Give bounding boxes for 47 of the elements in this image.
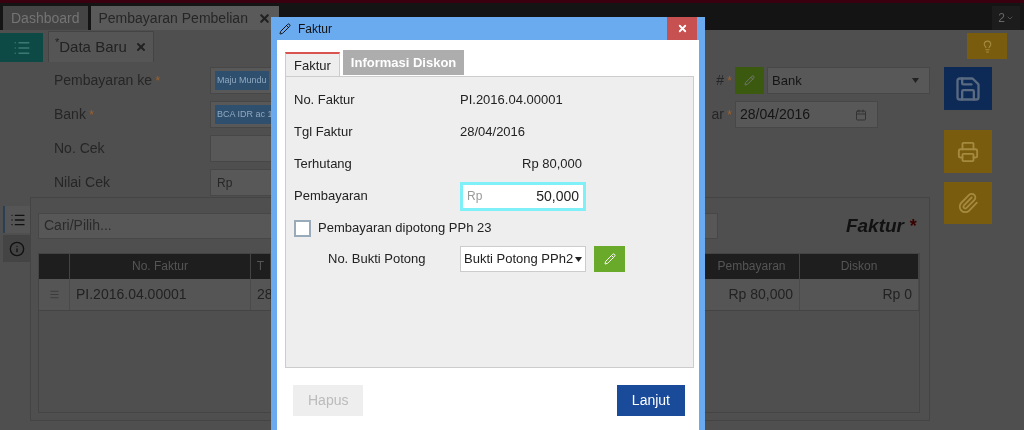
caret-icon [575,256,582,262]
select-field[interactable]: Bank [767,67,930,94]
tag: Maju Mundu [215,70,269,91]
field-label: No. Bukti Potong [327,250,427,269]
tips-button[interactable] [967,33,1007,59]
window-count-button[interactable]: 2 [992,6,1020,30]
drag-handle-icon[interactable] [48,288,60,300]
close-icon[interactable] [134,41,147,53]
printer-icon [957,140,979,163]
field-label: Terhutang [294,155,353,174]
date-field[interactable]: 28/04/2016 [735,101,878,128]
edit-button[interactable] [594,246,625,272]
select-field[interactable]: Bukti Potong PPh2 [460,246,586,272]
dialog-title: Faktur [298,20,332,38]
checkbox[interactable] [294,219,311,237]
checkbox-label: Pembayaran dipotong PPh 23 [318,219,492,238]
dialog-button[interactable]: Lanjut [616,385,685,416]
dialog-tab[interactable]: Faktur [285,52,340,77]
attachment-button[interactable] [944,182,992,224]
pencil-icon [744,75,755,86]
caret-icon [912,78,919,83]
field-value: PI.2016.04.00001 [460,91,563,110]
menu-button[interactable] [0,33,43,62]
chevron-icon [1005,14,1014,22]
close-icon [676,23,688,34]
print-button[interactable] [944,130,992,173]
pencil-icon [603,253,616,265]
panel-title: Faktur * [845,214,916,238]
info-icon [8,240,25,257]
pencil-icon [279,22,291,35]
paperclip-icon [957,192,979,214]
amount-input[interactable]: Rp 50,000 [460,181,586,211]
field-label: Tgl Faktur [294,123,354,142]
save-icon [954,74,982,103]
info-tab[interactable] [3,235,30,262]
field-value: 28/04/2016 [460,123,526,142]
edit-button[interactable] [735,67,764,94]
close-button[interactable] [667,17,697,40]
save-button[interactable] [944,67,992,110]
list-tab[interactable] [3,206,30,233]
dialog-tab[interactable]: Informasi Diskon [342,50,465,75]
calendar-icon[interactable] [855,108,867,121]
field-value: Rp 80,000 [522,155,582,174]
close-icon[interactable] [257,11,271,25]
field-label: No. Faktur [294,91,356,110]
field-label: # * [715,71,732,90]
field-label: Pembayaran [294,187,369,206]
